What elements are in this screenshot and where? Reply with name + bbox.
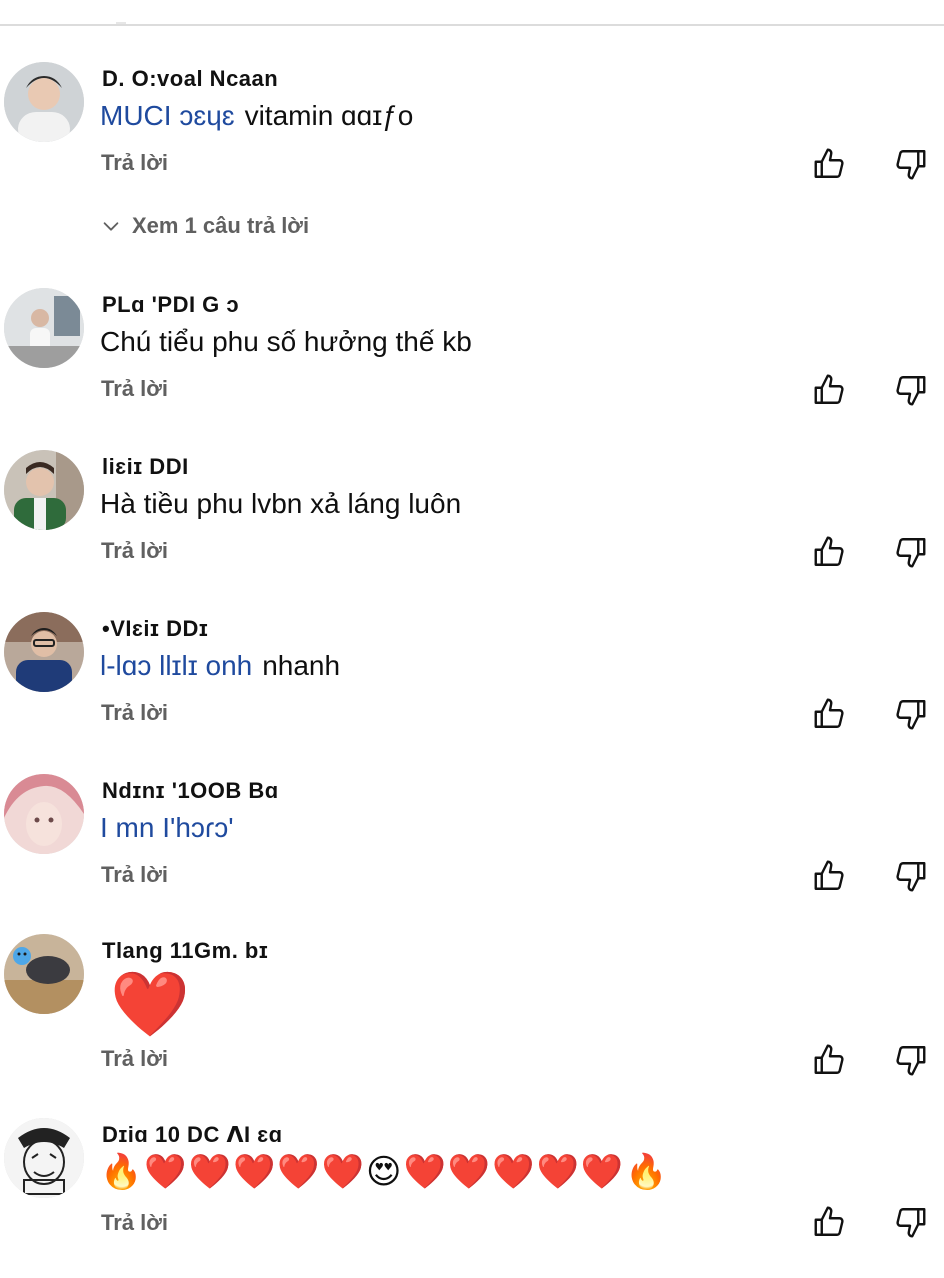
comment-author[interactable]: D. O:voal Ncaan (102, 66, 278, 92)
comment-author[interactable]: •VIɛiɪ DDɪ (102, 616, 208, 642)
dislike-button[interactable] (892, 534, 928, 570)
comment-author[interactable]: Dɪiɑ 10 DC ⴷI ɛɑ (102, 1122, 283, 1148)
thumbs-up-icon (814, 148, 844, 178)
comment-body: Hà tiều phu lvbn xả láng luôn (100, 488, 462, 519)
dislike-button[interactable] (892, 696, 928, 732)
thumbs-down-icon (896, 538, 926, 568)
comment-body: 🔥❤️❤️❤️❤️❤️😍❤️❤️❤️❤️❤️🔥 (100, 1153, 670, 1191)
mention-link[interactable]: I mn I'hɔɾɔ' (100, 812, 234, 843)
thumbs-down-icon (896, 150, 926, 180)
comment-text: 🔥❤️❤️❤️❤️❤️😍❤️❤️❤️❤️❤️🔥 (100, 1152, 669, 1192)
comment-text: I mn I'hɔɾɔ' (100, 812, 244, 844)
top-divider-stub (116, 0, 126, 24)
reply-button[interactable]: Trả lời (101, 700, 168, 726)
reply-button[interactable]: Trả lời (101, 862, 168, 888)
reply-button[interactable]: Trả lời (101, 538, 168, 564)
thumbs-down-icon (896, 1208, 926, 1238)
thumbs-up-icon (814, 698, 844, 728)
thumbs-up-icon (814, 536, 844, 566)
dislike-button[interactable] (892, 146, 928, 182)
thumbs-down-icon (896, 376, 926, 406)
comment-text: ❤️ (110, 968, 190, 1040)
comment-text: l-lɑɔ llɪlɪ onh nhanh (100, 650, 340, 682)
dislike-button[interactable] (892, 372, 928, 408)
thumbs-down-icon (896, 1046, 926, 1076)
dislike-button[interactable] (892, 1042, 928, 1078)
avatar[interactable] (4, 62, 84, 142)
thumbs-up-icon (814, 374, 844, 404)
chevron-down-icon (103, 222, 119, 231)
like-button[interactable] (812, 146, 848, 182)
top-divider (0, 24, 944, 26)
avatar[interactable] (4, 288, 84, 368)
mention-link[interactable]: MUCI ɔɛɥɛ (100, 100, 235, 131)
like-button[interactable] (812, 858, 848, 894)
comment-author[interactable]: Ndɪnɪ '1OOB Bɑ (102, 778, 279, 804)
thumbs-down-icon (896, 700, 926, 730)
avatar[interactable] (4, 934, 84, 1014)
view-replies-button[interactable]: Xem 1 câu trả lời (100, 213, 309, 239)
reply-button[interactable]: Trả lời (101, 1046, 168, 1072)
dislike-button[interactable] (892, 1204, 928, 1240)
like-button[interactable] (812, 534, 848, 570)
comment-body: vitamin ɑɑɪƒo (244, 100, 414, 131)
comment-author[interactable]: liɛiɪ DDI (102, 454, 189, 480)
comment-body: Chú tiểu phu số hưởng thế kb (100, 326, 472, 357)
comment-author[interactable]: Tlang 11Gm. bɪ (102, 938, 268, 964)
reply-button[interactable]: Trả lời (101, 150, 168, 176)
comment-text: Hà tiều phu lvbn xả láng luôn (100, 488, 461, 520)
like-button[interactable] (812, 1042, 848, 1078)
like-button[interactable] (812, 696, 848, 732)
comment-body: nhanh (262, 650, 341, 681)
reply-button[interactable]: Trả lời (101, 376, 168, 402)
avatar[interactable] (4, 612, 84, 692)
like-button[interactable] (812, 1204, 848, 1240)
avatar[interactable] (4, 450, 84, 530)
mention-link[interactable]: l-lɑɔ llɪlɪ onh (100, 650, 252, 681)
thumbs-up-icon (814, 1206, 844, 1236)
thumbs-up-icon (814, 860, 844, 890)
avatar[interactable] (4, 1118, 84, 1198)
thumbs-down-icon (896, 862, 926, 892)
thumbs-up-icon (814, 1044, 844, 1074)
comment-text: MUCI ɔɛɥɛ vitamin ɑɑɪƒo (100, 100, 413, 132)
view-replies-label: Xem 1 câu trả lời (132, 213, 310, 238)
avatar[interactable] (4, 774, 84, 854)
comment-body: ❤️ (110, 968, 190, 1040)
comment-text: Chú tiểu phu số hưởng thế kb (100, 326, 472, 358)
reply-button[interactable]: Trả lời (101, 1210, 168, 1236)
dislike-button[interactable] (892, 858, 928, 894)
like-button[interactable] (812, 372, 848, 408)
comment-author[interactable]: PLɑ 'PDI G ɔ (102, 292, 239, 318)
